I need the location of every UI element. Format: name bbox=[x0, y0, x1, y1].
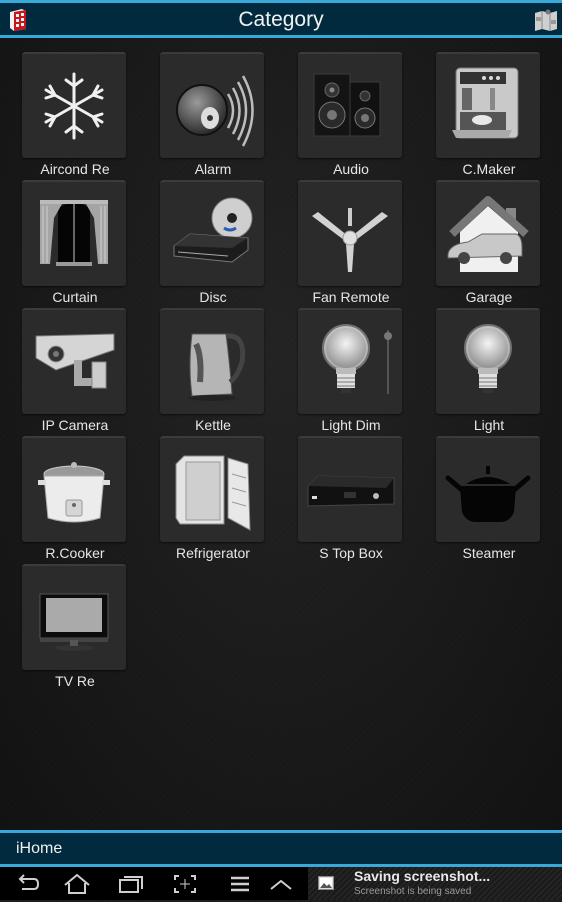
recent-apps-button[interactable] bbox=[116, 871, 146, 897]
bluray-player-icon bbox=[173, 197, 253, 263]
category-label: Steamer bbox=[462, 545, 516, 561]
notification-subtitle: Screenshot is being saved bbox=[354, 886, 472, 897]
kettle-icon bbox=[188, 333, 246, 401]
expand-up-button[interactable] bbox=[266, 871, 296, 897]
category-tile-light-dim[interactable]: Light Dim bbox=[298, 308, 404, 433]
screenshot-icon bbox=[174, 875, 196, 893]
category-label: Garage bbox=[465, 289, 513, 305]
chevron-up-icon bbox=[270, 879, 292, 890]
app-footer-bar: iHome bbox=[0, 830, 562, 867]
tile-icon-box bbox=[436, 180, 540, 286]
category-tile-garage[interactable]: Garage bbox=[436, 180, 542, 305]
pot-icon bbox=[445, 466, 531, 522]
tile-icon-box bbox=[22, 308, 126, 414]
coffee-maker-icon bbox=[452, 67, 519, 139]
garage-icon bbox=[447, 196, 529, 272]
tile-icon-box bbox=[436, 308, 540, 414]
category-tile-set-top-box[interactable]: S Top Box bbox=[298, 436, 404, 561]
image-icon bbox=[318, 876, 334, 890]
ceiling-fan-icon bbox=[312, 208, 388, 272]
tile-icon-box bbox=[436, 52, 540, 158]
light-bulb-icon bbox=[464, 324, 512, 393]
tile-icon-box bbox=[22, 180, 126, 286]
dimmer-knob bbox=[384, 332, 392, 340]
category-label: IP Camera bbox=[41, 417, 109, 433]
category-tile-coffee-maker[interactable]: C.Maker bbox=[436, 52, 542, 177]
back-icon bbox=[18, 874, 40, 890]
category-label: Disc bbox=[199, 289, 227, 305]
tile-icon-box bbox=[160, 436, 264, 542]
category-label: Audio bbox=[333, 161, 369, 177]
category-label: Curtain bbox=[52, 289, 98, 305]
category-label: Alarm bbox=[194, 161, 232, 177]
category-tile-fan-remote[interactable]: Fan Remote bbox=[298, 180, 404, 305]
map-icon[interactable] bbox=[534, 8, 558, 32]
category-tile-ip-camera[interactable]: IP Camera bbox=[22, 308, 128, 433]
category-label: R.Cooker bbox=[45, 545, 105, 561]
security-camera-icon bbox=[35, 333, 115, 389]
tile-icon-box bbox=[22, 436, 126, 542]
back-button[interactable] bbox=[12, 871, 42, 897]
category-tile-kettle[interactable]: Kettle bbox=[160, 308, 266, 433]
tile-icon-box bbox=[160, 52, 264, 158]
menu-icon bbox=[231, 876, 249, 892]
category-label: Light bbox=[473, 417, 505, 433]
category-label: Refrigerator bbox=[176, 545, 250, 561]
home-button[interactable] bbox=[62, 871, 92, 897]
category-label: S Top Box bbox=[319, 545, 383, 561]
light-bulb-dimmer-icon bbox=[322, 324, 392, 394]
app-name: iHome bbox=[16, 840, 63, 857]
category-tile-steamer[interactable]: Steamer bbox=[436, 436, 542, 561]
category-label: Light Dim bbox=[321, 417, 381, 433]
category-tile-refrigerator[interactable]: Refrigerator bbox=[160, 436, 266, 561]
tile-icon-box bbox=[298, 308, 402, 414]
category-tile-tv[interactable]: TV Re bbox=[22, 564, 128, 689]
tile-icon-box bbox=[22, 52, 126, 158]
category-label: Aircond Re bbox=[40, 161, 110, 177]
screenshot-notification[interactable]: Saving screenshot... Screenshot is being… bbox=[308, 867, 562, 900]
tile-icon-box bbox=[298, 52, 402, 158]
system-navigation-bar: Saving screenshot... Screenshot is being… bbox=[0, 867, 562, 900]
speakers-icon bbox=[313, 73, 381, 137]
screenshot-button[interactable] bbox=[170, 871, 200, 897]
category-label: C.Maker bbox=[462, 161, 516, 177]
category-label: Fan Remote bbox=[312, 289, 390, 305]
category-tile-aircond[interactable]: Aircond Re bbox=[22, 52, 128, 177]
snowflake-icon bbox=[44, 72, 104, 140]
category-tile-disc[interactable]: Disc bbox=[160, 180, 266, 305]
tile-icon-box bbox=[298, 180, 402, 286]
notification-title: Saving screenshot... bbox=[354, 868, 491, 884]
category-tile-light[interactable]: Light bbox=[436, 308, 542, 433]
set-top-box-icon bbox=[307, 475, 395, 507]
category-tile-alarm[interactable]: Alarm bbox=[160, 52, 266, 177]
title-bar: Category bbox=[0, 0, 562, 38]
recent-apps-icon bbox=[119, 876, 143, 893]
refrigerator-icon bbox=[175, 455, 251, 531]
category-label: TV Re bbox=[55, 673, 95, 689]
category-label: Kettle bbox=[195, 417, 231, 433]
category-tile-audio[interactable]: Audio bbox=[298, 52, 404, 177]
tile-icon-box bbox=[22, 564, 126, 670]
home-icon bbox=[64, 873, 90, 894]
tile-icon-box bbox=[160, 308, 264, 414]
tile-icon-box bbox=[436, 436, 540, 542]
tv-icon bbox=[39, 593, 109, 651]
alarm-bell-icon bbox=[176, 75, 254, 147]
page-title: Category bbox=[238, 8, 324, 31]
category-tile-curtain[interactable]: Curtain bbox=[22, 180, 128, 305]
curtain-icon bbox=[40, 200, 108, 266]
menu-button[interactable] bbox=[225, 871, 255, 897]
tile-icon-box bbox=[298, 436, 402, 542]
tile-icon-box bbox=[160, 180, 264, 286]
rice-cooker-icon bbox=[38, 462, 110, 523]
category-tile-rice-cooker[interactable]: R.Cooker bbox=[22, 436, 128, 561]
